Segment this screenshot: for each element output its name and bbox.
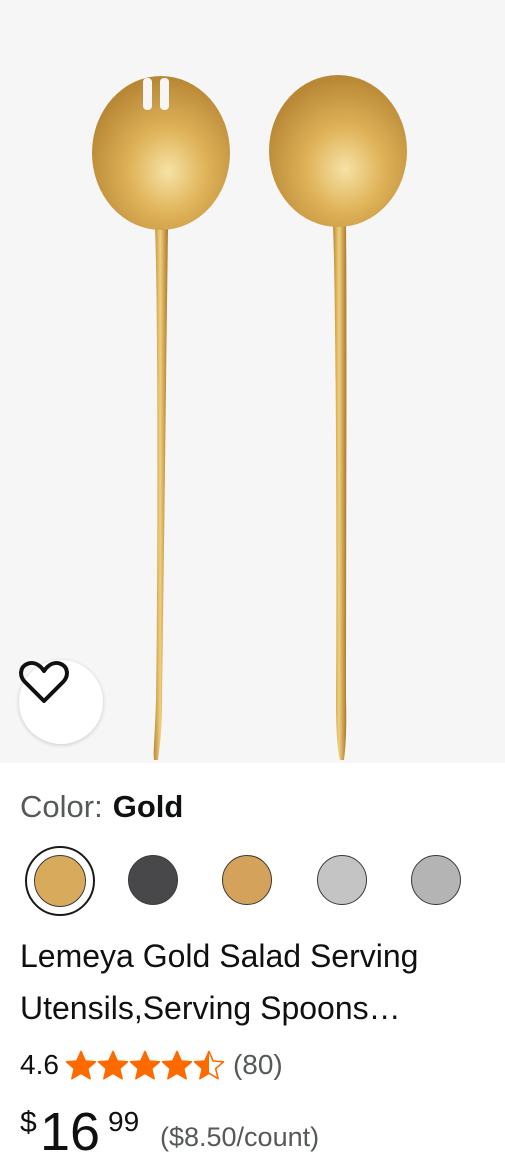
price-whole: 16 (40, 1102, 101, 1162)
price-per-unit: ($8.50/count) (160, 1122, 320, 1152)
wishlist-button[interactable] (19, 660, 103, 744)
swatch-gold[interactable] (222, 855, 272, 905)
rating-value: 4.6 (20, 1049, 59, 1080)
swatch-gold-selected[interactable] (25, 846, 95, 916)
color-selection: Color: Gold (20, 787, 183, 827)
price-symbol: $ (20, 1106, 37, 1139)
star-full-icon (129, 1050, 161, 1080)
product-image[interactable] (0, 0, 505, 763)
rating-row[interactable]: 4.6 (80) (20, 1045, 283, 1085)
color-swatches (0, 846, 505, 916)
swatch-black[interactable] (128, 855, 178, 905)
price-fraction: 99 (108, 1106, 140, 1137)
heart-outline-icon (19, 660, 69, 703)
star-rating (65, 1050, 225, 1080)
swatch-fill (34, 855, 86, 907)
swatch-gray[interactable] (411, 855, 461, 905)
star-half-icon (193, 1050, 225, 1080)
rating-count[interactable]: (80) (233, 1049, 283, 1081)
product-title[interactable]: Lemeya Gold Salad Serving Utensils,Servi… (20, 930, 490, 1034)
star-full-icon (97, 1050, 129, 1080)
salad-servers-illustration (92, 75, 407, 760)
star-full-icon (65, 1050, 97, 1080)
product-card: Color: Gold Lemeya Gold Salad Serving Ute… (0, 0, 505, 1173)
color-value: Gold (112, 789, 184, 824)
star-full-icon (161, 1050, 193, 1080)
color-label: Color: (20, 789, 103, 824)
swatch-silver[interactable] (317, 855, 367, 905)
